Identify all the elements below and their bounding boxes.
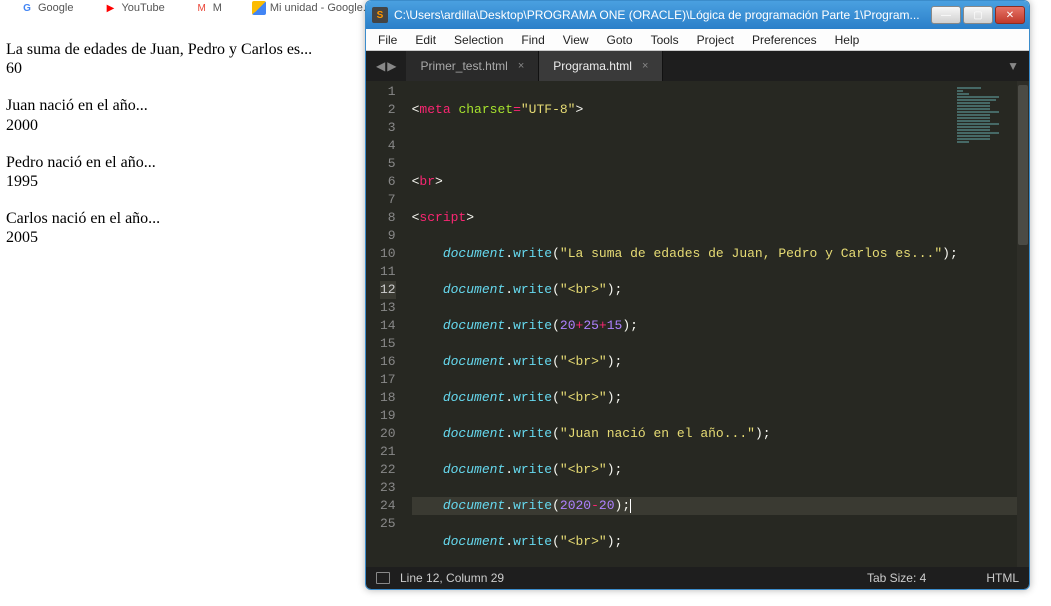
tab-label: Mi unidad - Google...: [270, 2, 372, 14]
browser-tab-google[interactable]: G Google: [20, 1, 73, 15]
menu-goto[interactable]: Goto: [599, 31, 641, 49]
menu-tools[interactable]: Tools: [643, 31, 687, 49]
window-title: C:\Users\ardilla\Desktop\PROGRAMA ONE (O…: [394, 8, 931, 22]
menu-view[interactable]: View: [555, 31, 597, 49]
code-editor[interactable]: 1 2 3 4 5 6 7 8 9 10 11 12 13 14 15 16 1…: [366, 81, 1029, 567]
tab-label: Google: [38, 2, 73, 14]
status-cursor-position: Line 12, Column 29: [400, 571, 504, 585]
output-line: La suma de edades de Juan, Pedro y Carlo…: [6, 40, 312, 59]
scrollbar-thumb[interactable]: [1018, 85, 1028, 245]
nav-back-icon[interactable]: ◀: [376, 59, 385, 73]
code-area[interactable]: <meta charset="UTF-8"> <br> <script> doc…: [406, 81, 1029, 567]
sublime-window: S C:\Users\ardilla\Desktop\PROGRAMA ONE …: [365, 0, 1030, 590]
close-tab-icon[interactable]: ×: [642, 60, 648, 72]
menu-file[interactable]: File: [370, 31, 405, 49]
menu-edit[interactable]: Edit: [407, 31, 444, 49]
menubar: File Edit Selection Find View Goto Tools…: [366, 29, 1029, 51]
text-cursor: [630, 499, 631, 513]
gmail-icon: M: [195, 1, 209, 15]
status-tab-size[interactable]: Tab Size: 4: [867, 571, 926, 585]
output-line: 60: [6, 59, 312, 78]
line-gutter: 1 2 3 4 5 6 7 8 9 10 11 12 13 14 15 16 1…: [366, 81, 406, 567]
titlebar[interactable]: S C:\Users\ardilla\Desktop\PROGRAMA ONE …: [366, 1, 1029, 29]
output-line: 2005: [6, 228, 312, 247]
close-button[interactable]: ✕: [995, 6, 1025, 24]
menu-help[interactable]: Help: [827, 31, 868, 49]
menu-preferences[interactable]: Preferences: [744, 31, 825, 49]
close-tab-icon[interactable]: ×: [518, 60, 524, 72]
output-line: Pedro nació en el año...: [6, 153, 312, 172]
browser-tab-youtube[interactable]: ▶ YouTube: [103, 1, 164, 15]
output-line: Carlos nació en el año...: [6, 209, 312, 228]
sublime-icon: S: [372, 7, 388, 23]
status-syntax[interactable]: HTML: [986, 571, 1019, 585]
browser-tab-drive[interactable]: Mi unidad - Google...: [252, 1, 372, 15]
output-line: 2000: [6, 116, 312, 135]
youtube-icon: ▶: [103, 1, 117, 15]
menu-project[interactable]: Project: [689, 31, 742, 49]
google-icon: G: [20, 1, 34, 15]
vertical-scrollbar[interactable]: [1017, 81, 1029, 567]
tab-nav-arrows: ◀ ▶: [366, 51, 406, 81]
file-tab-bar: ◀ ▶ Primer_test.html × Programa.html × ▼: [366, 51, 1029, 81]
statusbar: Line 12, Column 29 Tab Size: 4 HTML: [366, 567, 1029, 589]
tab-label: Primer_test.html: [420, 59, 507, 73]
menu-selection[interactable]: Selection: [446, 31, 511, 49]
tab-label: Programa.html: [553, 59, 632, 73]
minimap[interactable]: [957, 87, 1017, 177]
menu-find[interactable]: Find: [513, 31, 552, 49]
browser-tab-m[interactable]: M M: [195, 1, 222, 15]
tab-label: M: [213, 2, 222, 14]
maximize-button[interactable]: ▢: [963, 6, 993, 24]
nav-forward-icon[interactable]: ▶: [387, 59, 396, 73]
file-tab-primer[interactable]: Primer_test.html ×: [406, 51, 539, 81]
rendered-page: La suma de edades de Juan, Pedro y Carlo…: [6, 40, 312, 266]
tab-label: YouTube: [121, 2, 164, 14]
output-line: Juan nació en el año...: [6, 96, 312, 115]
panel-toggle-icon[interactable]: [376, 572, 390, 584]
drive-icon: [252, 1, 266, 15]
tab-overflow-icon[interactable]: ▼: [997, 51, 1029, 81]
file-tab-programa[interactable]: Programa.html ×: [539, 51, 663, 81]
minimize-button[interactable]: —: [931, 6, 961, 24]
output-line: 1995: [6, 172, 312, 191]
